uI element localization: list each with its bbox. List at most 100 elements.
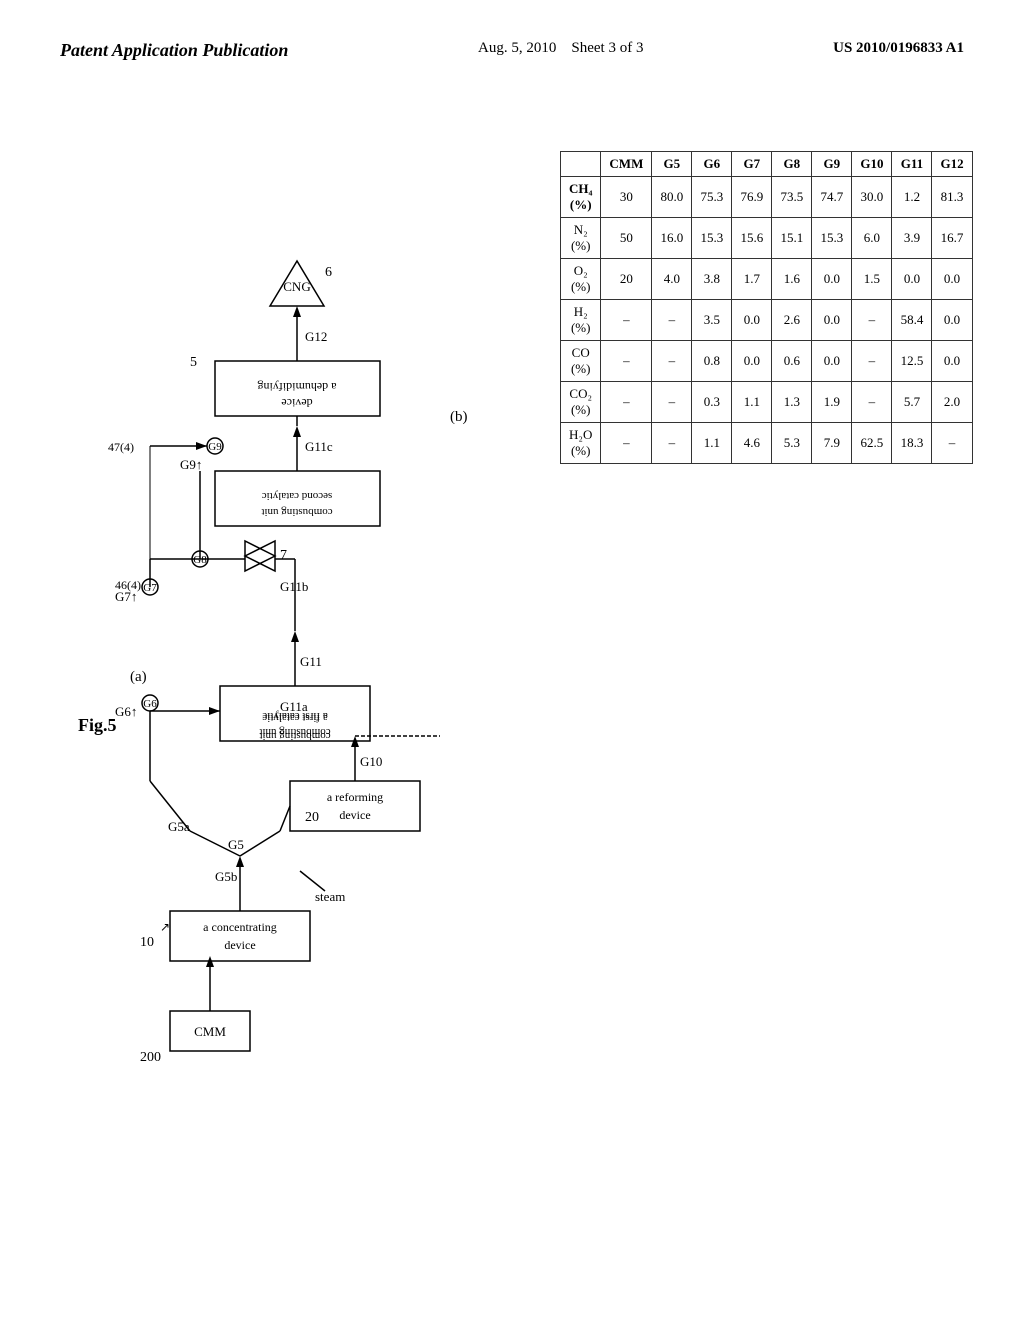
cell-g6: 0.8	[692, 341, 732, 382]
cell-g12: 0.0	[932, 300, 972, 341]
svg-text:5: 5	[190, 355, 197, 370]
svg-text:6: 6	[325, 265, 332, 280]
table-row: CH₄ (%)3080.075.376.973.574.730.01.281.3	[561, 177, 973, 218]
cell-g9: 7.9	[812, 423, 852, 464]
cell-g8: 2.6	[772, 300, 812, 341]
svg-text:G10: G10	[360, 754, 382, 769]
cell-g6: 3.8	[692, 259, 732, 300]
table-row: O₂ (%)204.03.81.71.60.01.50.00.0	[561, 259, 973, 300]
cell-cmm: –	[601, 300, 652, 341]
table-row: H₂ (%)––3.50.02.60.0–58.40.0	[561, 300, 973, 341]
cell-g10: –	[852, 341, 892, 382]
cell-g7: 0.0	[732, 341, 772, 382]
cell-g7: 4.6	[732, 423, 772, 464]
cell-g5: –	[652, 382, 692, 423]
cell-g10: 1.5	[852, 259, 892, 300]
page-header: Patent Application Publication Aug. 5, 2…	[60, 40, 964, 61]
cell-g8: 1.3	[772, 382, 812, 423]
cell-g11: 58.4	[892, 300, 932, 341]
row-label: N₂ (%)	[561, 218, 601, 259]
cell-g6: 0.3	[692, 382, 732, 423]
table-row: N₂ (%)5016.015.315.615.115.36.03.916.7	[561, 218, 973, 259]
table-header-g12: G12	[932, 152, 972, 177]
cell-g11: 5.7	[892, 382, 932, 423]
svg-text:46(4): 46(4)	[115, 578, 141, 592]
publication-title: Patent Application Publication	[60, 40, 288, 61]
cell-g5: –	[652, 423, 692, 464]
cell-cmm: 30	[601, 177, 652, 218]
svg-text:G5b: G5b	[215, 869, 237, 884]
table-row: H₂O (%)––1.14.65.37.962.518.3–	[561, 423, 973, 464]
svg-text:a reforming: a reforming	[327, 790, 383, 804]
cell-g6: 1.1	[692, 423, 732, 464]
row-label: O₂ (%)	[561, 259, 601, 300]
svg-text:steam: steam	[315, 889, 345, 904]
svg-text:200: 200	[140, 1050, 161, 1065]
cell-g5: –	[652, 300, 692, 341]
row-label: CO (%)	[561, 341, 601, 382]
table-header-cmm: CMM	[601, 152, 652, 177]
cell-g8: 1.6	[772, 259, 812, 300]
svg-text:47(4): 47(4)	[108, 440, 134, 454]
svg-text:7: 7	[280, 548, 287, 563]
cell-g7: 15.6	[732, 218, 772, 259]
cell-cmm: –	[601, 341, 652, 382]
table-header-g9: G9	[812, 152, 852, 177]
svg-text:(b): (b)	[450, 409, 468, 425]
table-header-g10: G10	[852, 152, 892, 177]
cell-g6: 15.3	[692, 218, 732, 259]
table-row: CO (%)––0.80.00.60.0–12.50.0	[561, 341, 973, 382]
table-header-g6: G6	[692, 152, 732, 177]
cell-g10: –	[852, 382, 892, 423]
cell-g9: 15.3	[812, 218, 852, 259]
svg-text:(a): (a)	[130, 669, 147, 685]
svg-text:second catalytic: second catalytic	[262, 490, 333, 502]
cell-cmm: 50	[601, 218, 652, 259]
cell-g5: 16.0	[652, 218, 692, 259]
table-area: CMM G5 G6 G7 G8 G9 G10 G11 G12 CH₄ (%)30…	[560, 91, 973, 1091]
cell-g11: 12.5	[892, 341, 932, 382]
svg-text:G9↑: G9↑	[180, 457, 202, 472]
row-label: H₂O (%)	[561, 423, 601, 464]
figure-5-diagram: Fig.5 (a) (b) 200 CMM	[60, 91, 540, 1091]
cell-g10: 30.0	[852, 177, 892, 218]
cell-g7: 1.7	[732, 259, 772, 300]
cell-g5: 80.0	[652, 177, 692, 218]
cell-cmm: –	[601, 423, 652, 464]
cell-g5: 4.0	[652, 259, 692, 300]
table-header-g8: G8	[772, 152, 812, 177]
cell-g8: 0.6	[772, 341, 812, 382]
svg-text:a first catalytic: a first catalytic	[262, 710, 327, 722]
svg-text:a concentrating: a concentrating	[203, 920, 277, 934]
cell-cmm: 20	[601, 259, 652, 300]
cell-g5: –	[652, 341, 692, 382]
cell-g10: 6.0	[852, 218, 892, 259]
svg-text:CNG: CNG	[283, 279, 310, 294]
svg-text:G12: G12	[305, 329, 327, 344]
row-label: CH₄ (%)	[561, 177, 601, 218]
svg-text:combusting unit: combusting unit	[261, 506, 332, 518]
cell-g12: 81.3	[932, 177, 972, 218]
cell-g12: –	[932, 423, 972, 464]
cell-g8: 5.3	[772, 423, 812, 464]
cell-g12: 2.0	[932, 382, 972, 423]
cell-g9: 0.0	[812, 259, 852, 300]
row-label: CO₂ (%)	[561, 382, 601, 423]
cell-g8: 15.1	[772, 218, 812, 259]
svg-text:G5: G5	[228, 837, 244, 852]
row-label: H₂ (%)	[561, 300, 601, 341]
gas-composition-table: CMM G5 G6 G7 G8 G9 G10 G11 G12 CH₄ (%)30…	[560, 151, 973, 464]
table-header-g7: G7	[732, 152, 772, 177]
cell-g12: 0.0	[932, 341, 972, 382]
svg-text:20: 20	[305, 810, 319, 825]
table-header-g11: G11	[892, 152, 932, 177]
page: Patent Application Publication Aug. 5, 2…	[0, 0, 1024, 1320]
svg-text:combusting unit: combusting unit	[259, 726, 330, 738]
cell-g8: 73.5	[772, 177, 812, 218]
cell-g12: 16.7	[932, 218, 972, 259]
table-header-g5: G5	[652, 152, 692, 177]
cell-g9: 1.9	[812, 382, 852, 423]
publication-date-sheet: Aug. 5, 2010 Sheet 3 of 3	[478, 40, 643, 57]
cell-g11: 0.0	[892, 259, 932, 300]
svg-text:G11b: G11b	[280, 579, 308, 594]
